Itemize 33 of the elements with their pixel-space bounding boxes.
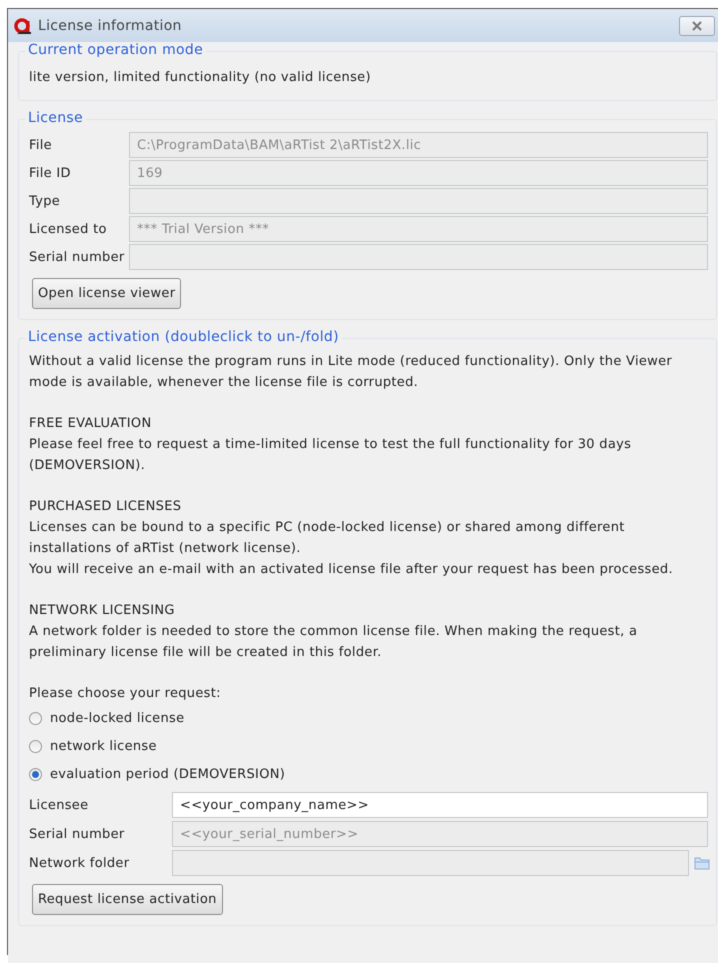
field-label: Serial number [29, 250, 126, 264]
section-heading: NETWORK LICENSING [29, 602, 176, 620]
input-field[interactable] [129, 244, 708, 270]
radio-option[interactable]: node-locked license [29, 704, 708, 732]
app-logo-icon [14, 16, 32, 34]
field-label: Licensed to [29, 222, 108, 236]
radio-option[interactable]: evaluation period (DEMOVERSION) [29, 760, 708, 788]
paragraph: Without a valid license the program runs in Lite mode (reduced functionality). Only the Viewer mode is available, whenever the license file is corrupted. [29, 353, 674, 392]
window-title: License information [38, 18, 183, 34]
paragraph: A network folder is needed to store the common license file. When making the request, a preliminary license file will be created in this folder. [29, 623, 638, 662]
input-field[interactable]: <<your_company_name>> [172, 792, 708, 818]
group-legend: License activation (doubleclick to un-/fold) [25, 329, 342, 345]
paragraph: Licenses can be bound to a specific PC (node-locked license) or shared among different installations of aRTist (network license). [29, 519, 626, 558]
open-viewer-button[interactable]: Open license viewer [32, 278, 182, 309]
field-label: File ID [29, 166, 72, 180]
close-icon [691, 20, 703, 30]
section-heading: FREE EVALUATION [29, 415, 152, 433]
radio-option[interactable]: network license [29, 732, 708, 760]
field-label: Serial number [29, 826, 126, 842]
prompt-text: Please choose your request: [29, 685, 222, 703]
paragraph: Please feel free to request a time-limited license to test the full functionality for 30 days (DEMOVERSION). [29, 436, 632, 475]
field-label: File [29, 138, 53, 152]
section-heading: PURCHASED LICENSES [29, 498, 182, 516]
input-field[interactable] [129, 188, 708, 214]
field-label: Network folder [29, 856, 130, 870]
group-legend: Current operation mode [25, 42, 206, 58]
field-label: Licensee [29, 798, 90, 812]
field-label: Type [29, 194, 62, 208]
paragraph: You will receive an e-mail with an activated license file after your request has been processed. [29, 561, 674, 579]
folder-icon[interactable] [694, 856, 710, 870]
close-button[interactable] [679, 16, 715, 36]
mode-text: lite version, limited functionality (no valid license) [29, 69, 372, 87]
request-activation-button[interactable]: Request license activation [32, 884, 223, 915]
